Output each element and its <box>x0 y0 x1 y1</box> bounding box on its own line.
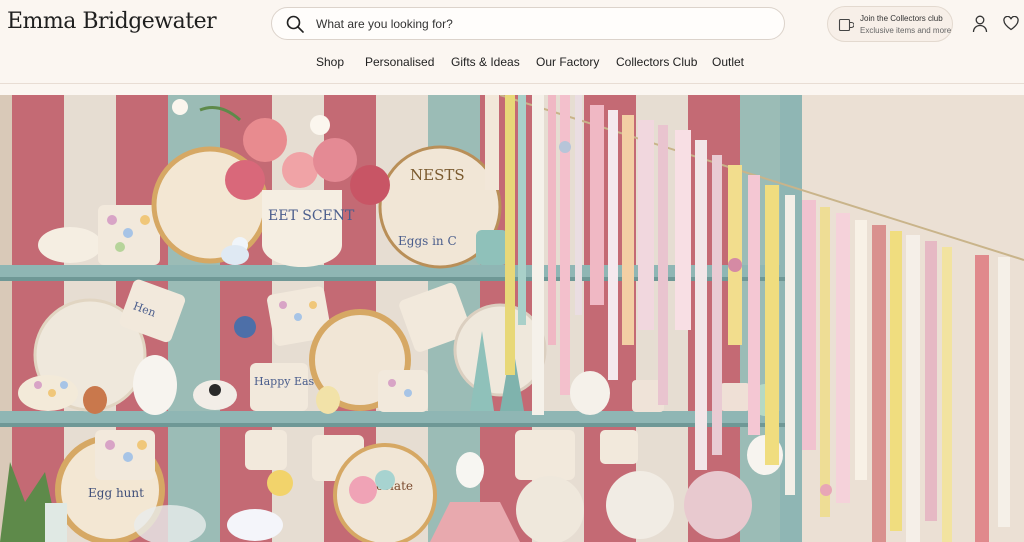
account-icon[interactable] <box>972 15 988 33</box>
nav-item-our-factory[interactable]: Our Factory <box>536 55 599 69</box>
search-bar[interactable] <box>271 7 785 40</box>
collectors-club-subtitle: Exclusive items and more <box>860 26 952 35</box>
nav-item-outlet[interactable]: Outlet <box>712 55 744 69</box>
egg-hunt-text: Egg hunt <box>88 486 144 500</box>
nav-item-shop[interactable]: Shop <box>316 55 344 69</box>
main-nav: Shop Personalised Gifts & Ideas Our Fact… <box>0 55 1024 71</box>
nav-item-personalised[interactable]: Personalised <box>365 55 434 69</box>
brand-logo[interactable]: Emma Bridgewater <box>7 9 217 34</box>
collectors-club-button[interactable]: Join the Collectors club Exclusive items… <box>827 6 953 42</box>
mug-icon <box>838 18 854 32</box>
eggs-text: Eggs in C <box>398 234 457 248</box>
hero-image: EET SCENT NESTS Eggs in C Hen Happy East… <box>0 95 1024 542</box>
search-input[interactable] <box>316 8 766 39</box>
nav-item-collectors-club[interactable]: Collectors Club <box>616 55 697 69</box>
search-icon[interactable] <box>286 15 304 33</box>
nav-item-gifts-ideas[interactable]: Gifts & Ideas <box>451 55 520 69</box>
collectors-club-title: Join the Collectors club <box>860 14 943 23</box>
hero-banner[interactable]: EET SCENT NESTS Eggs in C Hen Happy East… <box>0 95 1024 542</box>
heart-icon[interactable] <box>1003 16 1019 31</box>
site-header: Emma Bridgewater Join the Collectors clu… <box>0 0 1024 84</box>
sweet-scent-text: EET SCENT <box>268 208 355 224</box>
nests-text: NESTS <box>410 166 465 184</box>
